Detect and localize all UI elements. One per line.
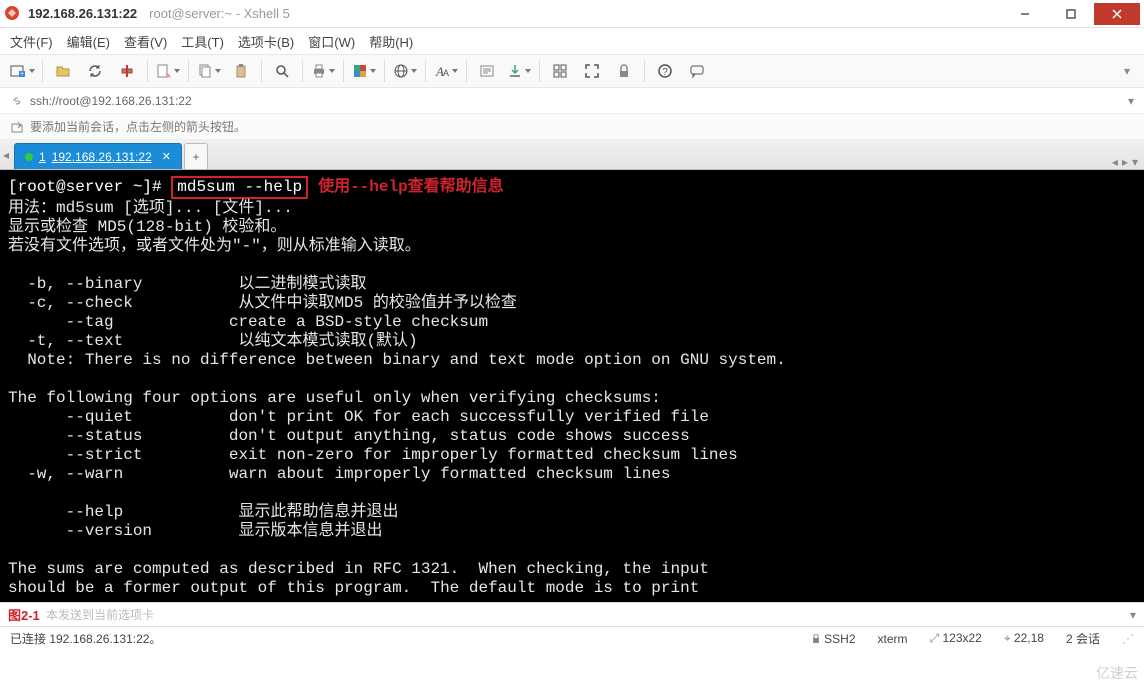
menu-tools[interactable]: 工具(T) xyxy=(181,32,224,51)
status-termtype: xterm xyxy=(878,632,908,646)
fullscreen-button[interactable] xyxy=(578,58,606,84)
svg-text:+: + xyxy=(20,71,24,78)
terminal-annotation: 使用--help查看帮助信息 xyxy=(318,178,504,196)
menu-tabs[interactable]: 选项卡(B) xyxy=(238,32,294,51)
address-text[interactable]: ssh://root@192.168.26.131:22 xyxy=(30,94,1122,108)
transfer-button[interactable] xyxy=(505,58,533,84)
status-bar: 已连接 192.168.26.131:22。 SSH2 xterm ⤢ 123x… xyxy=(0,626,1144,650)
tab-scroll-left-button[interactable]: ◂ xyxy=(1112,155,1118,169)
status-sessions: 2 会话 xyxy=(1066,630,1100,647)
tile-button[interactable] xyxy=(546,58,574,84)
title-address: 192.168.26.131:22 xyxy=(28,6,137,21)
add-session-icon[interactable] xyxy=(10,120,24,134)
disconnect-button[interactable] xyxy=(113,58,141,84)
status-connection: 已连接 192.168.26.131:22。 xyxy=(10,630,161,647)
find-button[interactable] xyxy=(268,58,296,84)
hint-bar: 要添加当前会话，点击左侧的箭头按钮。 xyxy=(0,114,1144,140)
status-size: ⤢ 123x22 xyxy=(930,631,982,646)
font-button[interactable]: AA xyxy=(432,58,460,84)
help-button[interactable]: ? xyxy=(651,58,679,84)
tab-add-button[interactable]: + xyxy=(184,143,208,169)
address-dropdown-button[interactable]: ▾ xyxy=(1128,94,1134,108)
menu-view[interactable]: 查看(V) xyxy=(124,32,167,51)
compose-bar[interactable]: 图2-1 本发送到当前选项卡 ▾ xyxy=(0,602,1144,626)
app-icon xyxy=(4,5,22,23)
feedback-button[interactable] xyxy=(683,58,711,84)
svg-text:?: ? xyxy=(662,67,668,78)
menu-file[interactable]: 文件(F) xyxy=(10,32,53,51)
status-protocol: SSH2 xyxy=(811,632,856,646)
hint-text: 要添加当前会话，点击左侧的箭头按钮。 xyxy=(30,118,246,135)
tab-close-icon[interactable]: ✕ xyxy=(162,150,171,163)
toolbar: + AA ? ▾ xyxy=(0,54,1144,88)
color-scheme-button[interactable] xyxy=(350,58,378,84)
link-icon xyxy=(10,94,24,108)
open-button[interactable] xyxy=(49,58,77,84)
new-session-button[interactable]: + xyxy=(8,58,36,84)
print-button[interactable] xyxy=(309,58,337,84)
close-button[interactable] xyxy=(1094,3,1140,25)
compose-dropdown-button[interactable]: ▾ xyxy=(1130,608,1136,622)
tab-session-1[interactable]: 1 192.168.26.131:22 ✕ xyxy=(14,143,182,169)
title-subtitle: root@server:~ - Xshell 5 xyxy=(149,6,290,21)
reconnect-button[interactable] xyxy=(81,58,109,84)
terminal-prompt: [root@server ~]# xyxy=(8,178,162,196)
tab-prev-button[interactable]: ◂ xyxy=(0,141,12,169)
watermark: 亿速云 xyxy=(1096,663,1138,683)
encoding-button[interactable] xyxy=(391,58,419,84)
terminal[interactable]: [root@server ~]# md5sum --help 使用--help查看… xyxy=(0,170,1144,602)
menu-window[interactable]: 窗口(W) xyxy=(308,32,355,51)
address-bar: ssh://root@192.168.26.131:22 ▾ xyxy=(0,88,1144,114)
tab-status-icon xyxy=(25,153,33,161)
tab-index: 1 xyxy=(39,150,46,164)
tab-strip: ◂ 1 192.168.26.131:22 ✕ + ◂ ▸ ▾ xyxy=(0,140,1144,170)
minimize-button[interactable] xyxy=(1002,3,1048,25)
figure-label: 图2-1 xyxy=(8,605,40,624)
compose-placeholder: 本发送到当前选项卡 xyxy=(46,606,154,623)
status-cursor: ⌖ 22,18 xyxy=(1004,631,1044,646)
status-grip-icon: ⋰ xyxy=(1122,632,1134,646)
script-button[interactable] xyxy=(473,58,501,84)
svg-text:A: A xyxy=(443,68,449,78)
terminal-command: md5sum --help xyxy=(171,176,308,199)
tab-scroll-right-button[interactable]: ▸ xyxy=(1122,155,1128,169)
properties-button[interactable] xyxy=(154,58,182,84)
terminal-output: 用法：md5sum [选项]... [文件]... 显示或检查 MD5(128-… xyxy=(8,199,1136,598)
tab-label: 192.168.26.131:22 xyxy=(52,150,152,164)
toolbar-overflow-button[interactable]: ▾ xyxy=(1118,64,1136,78)
menu-edit[interactable]: 编辑(E) xyxy=(67,32,110,51)
lock-button[interactable] xyxy=(610,58,638,84)
menu-help[interactable]: 帮助(H) xyxy=(369,32,413,51)
menubar: 文件(F) 编辑(E) 查看(V) 工具(T) 选项卡(B) 窗口(W) 帮助(… xyxy=(0,28,1144,54)
titlebar: 192.168.26.131:22 root@server:~ - Xshell… xyxy=(0,0,1144,28)
paste-button[interactable] xyxy=(227,58,255,84)
copy-button[interactable] xyxy=(195,58,223,84)
tab-list-button[interactable]: ▾ xyxy=(1132,155,1138,169)
maximize-button[interactable] xyxy=(1048,3,1094,25)
